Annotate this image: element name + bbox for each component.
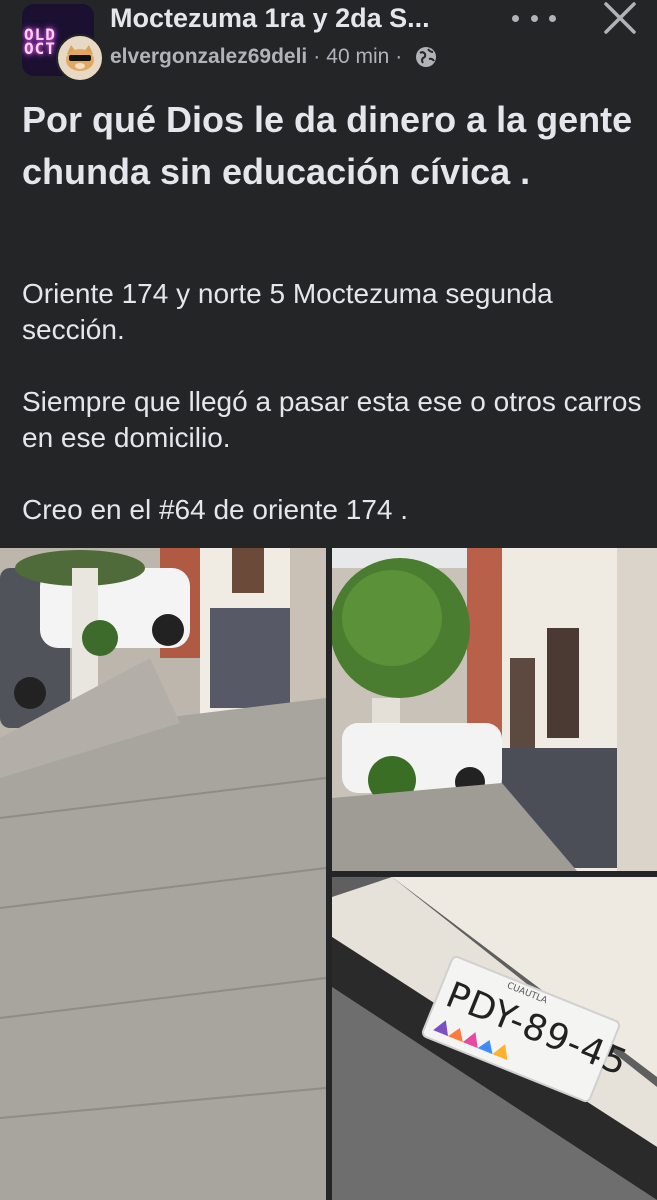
post-paragraph: Creo en el #64 de oriente 174 . xyxy=(22,494,409,525)
group-avatar[interactable]: OLD OCT xyxy=(22,4,104,82)
photo-tree-car[interactable] xyxy=(332,548,657,871)
group-thumbnail-text: OLD OCT xyxy=(24,25,56,58)
globe-icon xyxy=(416,47,437,67)
post-title: Por qué Dios le da dinero a la gente chu… xyxy=(22,99,633,192)
author-name[interactable]: elvergonzalez69deli xyxy=(110,45,307,69)
post-header: OLD OCT Moctezuma 1ra y 2da S... elvergo… xyxy=(0,0,657,84)
group-name[interactable]: Moctezuma 1ra y 2da S... xyxy=(110,3,495,34)
photo-sidewalk[interactable] xyxy=(0,548,326,1200)
meta-separator: · xyxy=(313,45,321,68)
post-paragraph: Oriente 174 y norte 5 Moctezuma segunda … xyxy=(22,278,553,345)
post-paragraph: Siempre que llegó a pasar esta ese o otr… xyxy=(22,386,642,453)
author-avatar[interactable] xyxy=(56,34,104,82)
sidewalk-image xyxy=(0,548,326,1200)
more-horizontal-icon xyxy=(512,14,519,22)
close-icon[interactable] xyxy=(600,0,640,36)
cat-avatar-icon xyxy=(66,45,94,71)
more-options-button[interactable] xyxy=(512,6,556,30)
post-meta: elvergonzalez69deli · 40 min · xyxy=(110,45,438,69)
photo-grid: CUAUTLA PDY-89-45 xyxy=(0,548,657,1200)
post-time[interactable]: 40 min xyxy=(326,45,389,69)
post-body: Oriente 174 y norte 5 Moctezuma segunda … xyxy=(22,276,642,564)
tree-car-image xyxy=(332,548,657,871)
meta-separator-2: · xyxy=(395,45,403,68)
